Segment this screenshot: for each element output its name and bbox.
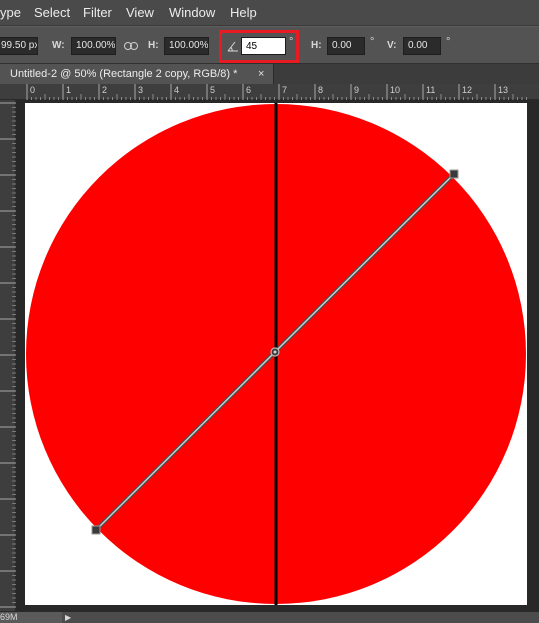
ruler-label: 2 xyxy=(102,85,107,95)
height-field[interactable]: 100.00% xyxy=(164,37,209,55)
angle-degree-symbol: ° xyxy=(289,36,294,48)
width-label: W: xyxy=(52,40,65,51)
skew-v-label: V: xyxy=(387,40,397,51)
menu-filter[interactable]: Filter xyxy=(83,5,112,21)
transform-handle-top-right[interactable] xyxy=(449,169,459,179)
skew-v-degree-symbol: ° xyxy=(446,36,451,48)
status-menu-arrow-icon[interactable]: ▶ xyxy=(65,612,71,623)
skew-h-degree-symbol: ° xyxy=(370,36,375,48)
height-label: H: xyxy=(148,40,159,51)
vertical-ruler[interactable] xyxy=(0,100,16,611)
ruler-label: 3 xyxy=(138,85,143,95)
ruler-label: 10 xyxy=(390,85,400,95)
document-canvas[interactable] xyxy=(25,103,527,605)
ruler-label: 9 xyxy=(354,85,359,95)
ruler-label: 1 xyxy=(66,85,71,95)
artwork xyxy=(26,103,526,605)
x-position-field[interactable]: 99.50 px xyxy=(0,37,38,55)
ruler-label: 8 xyxy=(318,85,323,95)
menu-select[interactable]: Select xyxy=(34,5,70,21)
vertical-ruler-ticks xyxy=(0,102,16,608)
ruler-label: 5 xyxy=(210,85,215,95)
menu-help[interactable]: Help xyxy=(230,5,257,21)
menu-type[interactable]: ype xyxy=(0,5,21,21)
link-icon[interactable] xyxy=(124,42,138,50)
skew-v-field[interactable]: 0.00 xyxy=(403,37,441,55)
menu-view[interactable]: View xyxy=(126,5,154,21)
horizontal-ruler[interactable]: 0 1 2 3 4 5 6 7 8 9 10 11 12 13 xyxy=(0,84,539,100)
ruler-ticks: 0 1 2 3 4 5 6 7 8 9 10 11 12 13 xyxy=(26,84,527,100)
ruler-label: 0 xyxy=(30,85,35,95)
transform-handle-bottom-left[interactable] xyxy=(91,525,101,535)
ruler-label: 12 xyxy=(462,85,472,95)
ruler-label: 6 xyxy=(246,85,251,95)
rotation-angle-input[interactable] xyxy=(241,37,286,55)
reference-point-center xyxy=(273,350,277,354)
menu-bar: ype Select Filter View Window Help xyxy=(0,0,539,26)
skew-h-label: H: xyxy=(311,40,322,51)
angle-icon xyxy=(227,41,238,52)
document-tab-title: Untitled-2 @ 50% (Rectangle 2 copy, RGB/… xyxy=(10,68,238,80)
ruler-label: 4 xyxy=(174,85,179,95)
ruler-label: 7 xyxy=(282,85,287,95)
options-bar: 99.50 px W: 100.00% H: 100.00% ° H: 0.00… xyxy=(0,26,539,64)
menu-window[interactable]: Window xyxy=(169,5,215,21)
document-tab[interactable]: Untitled-2 @ 50% (Rectangle 2 copy, RGB/… xyxy=(0,64,274,84)
ruler-label: 11 xyxy=(426,85,435,95)
tab-close-icon[interactable]: × xyxy=(258,64,264,84)
document-tab-bar: Untitled-2 @ 50% (Rectangle 2 copy, RGB/… xyxy=(0,64,539,84)
skew-h-field[interactable]: 0.00 xyxy=(327,37,365,55)
document-size-field: 69M xyxy=(0,612,62,623)
ruler-label: 13 xyxy=(498,85,508,95)
width-field[interactable]: 100.00% xyxy=(71,37,116,55)
status-bar: 69M ▶ xyxy=(0,611,539,623)
